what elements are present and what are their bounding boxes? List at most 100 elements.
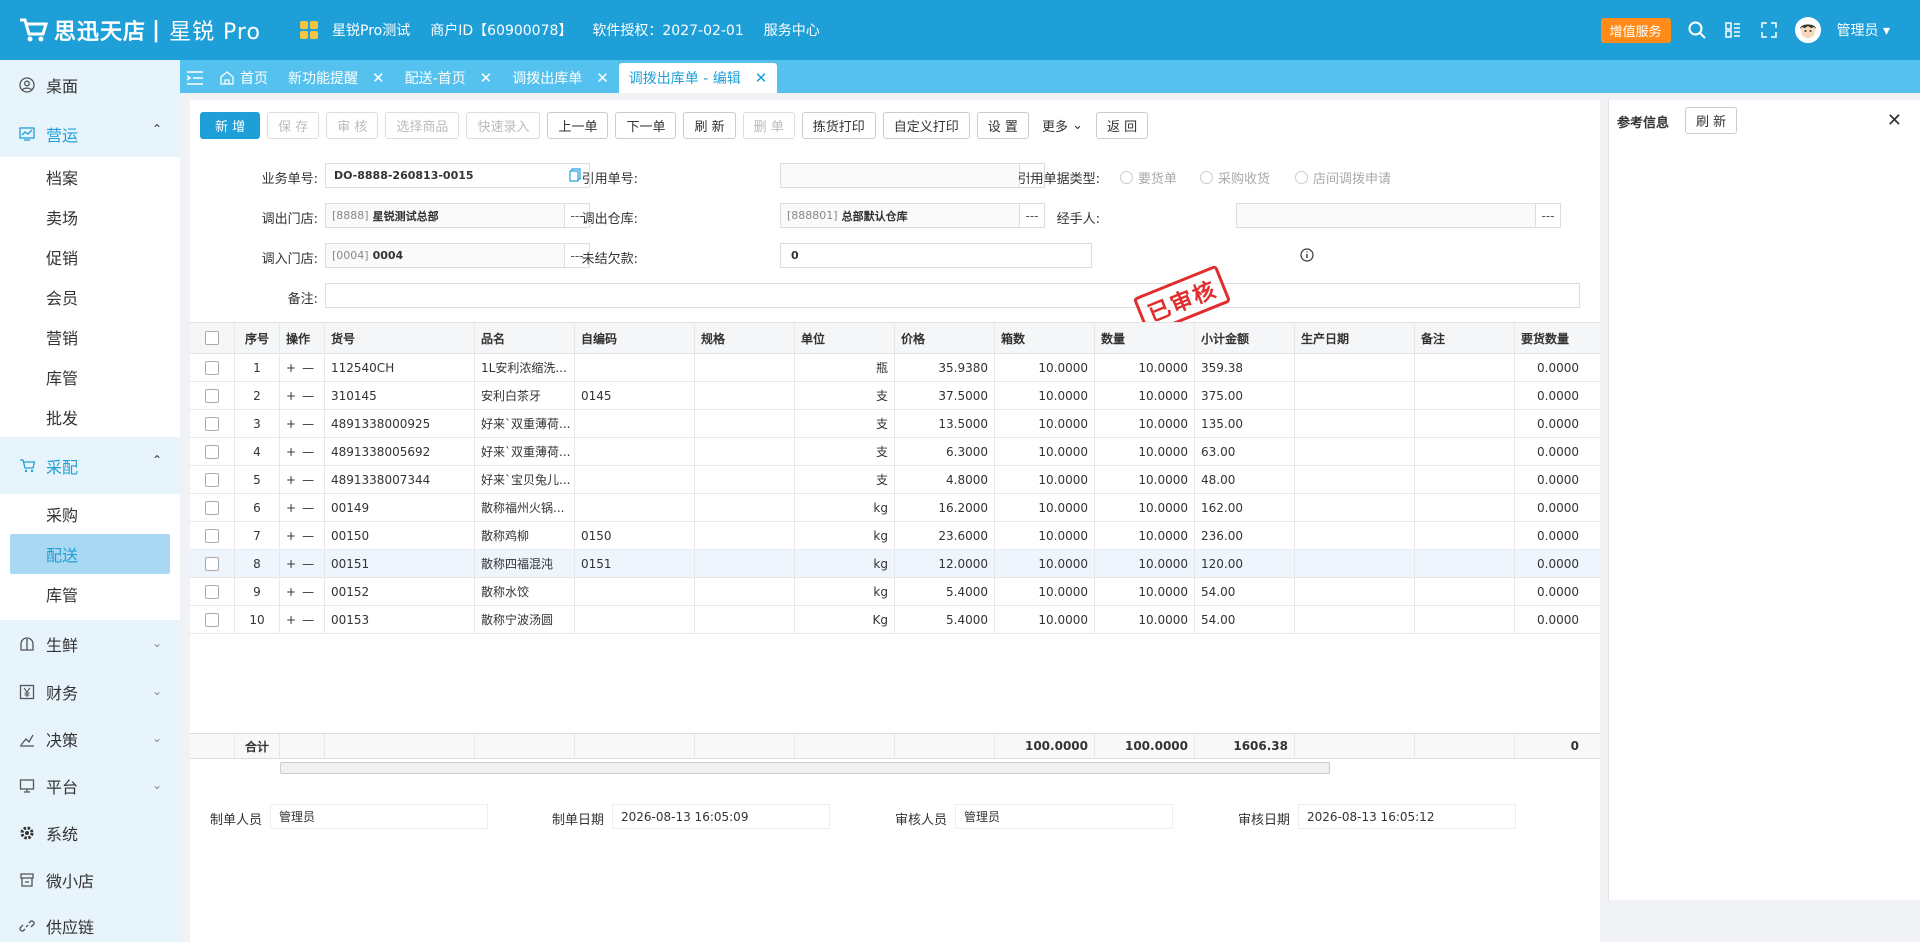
table-cell[interactable] <box>575 606 695 633</box>
table-cell[interactable]: 10.0000 <box>995 382 1095 409</box>
table-row[interactable]: 3 + —4891338000925 好来`双重薄荷... 支 13.5000 10.000… <box>190 410 1600 438</box>
add-row-icon[interactable]: + <box>286 389 296 403</box>
table-cell[interactable]: 散称水饺 <box>475 578 575 605</box>
table-cell[interactable]: 散称福州火锅... <box>475 494 575 521</box>
table-cell[interactable]: 0151 <box>575 550 695 577</box>
sidebar-item-system[interactable]: 系统 <box>0 809 180 857</box>
table-cell[interactable] <box>1295 578 1415 605</box>
ref-type-radio-order[interactable]: 要货单 <box>1120 168 1177 187</box>
table-cell[interactable]: 10.0000 <box>1095 382 1195 409</box>
table-cell[interactable]: kg <box>795 578 895 605</box>
table-cell[interactable]: 0.0000 <box>1515 522 1585 549</box>
close-icon[interactable]: ✕ <box>1887 110 1902 131</box>
apps-grid-icon[interactable] <box>300 21 318 39</box>
remark-input[interactable] <box>325 283 1580 308</box>
user-avatar[interactable] <box>1794 17 1821 43</box>
table-cell[interactable]: 支 <box>795 438 895 465</box>
table-cell[interactable]: 10.0000 <box>995 494 1095 521</box>
table-cell[interactable]: 10.0000 <box>995 606 1095 633</box>
table-cell[interactable] <box>695 578 795 605</box>
sidebar-subitem[interactable]: 档案 <box>0 157 180 197</box>
table-cell[interactable]: 0150 <box>575 522 695 549</box>
table-cell[interactable]: 0145 <box>575 382 695 409</box>
table-cell[interactable]: kg <box>795 494 895 521</box>
table-cell[interactable] <box>1415 382 1515 409</box>
row-select-cell[interactable] <box>190 410 235 437</box>
row-select-cell[interactable] <box>190 550 235 577</box>
select-all-cell[interactable] <box>190 323 235 353</box>
table-cell[interactable]: 10.0000 <box>995 578 1095 605</box>
vertical-scrollbar[interactable] <box>1600 100 1608 900</box>
refresh-button[interactable]: 刷 新 <box>683 111 736 139</box>
table-cell[interactable]: 10.0000 <box>1095 606 1195 633</box>
remove-row-icon[interactable]: — <box>302 389 314 403</box>
sidebar-item-platform[interactable]: 平台 ⌄ <box>0 762 180 809</box>
row-select-cell[interactable] <box>190 522 235 549</box>
table-cell[interactable]: 10.0000 <box>995 354 1095 381</box>
table-cell[interactable] <box>1295 382 1415 409</box>
select-all-checkbox[interactable] <box>205 331 219 345</box>
table-cell[interactable]: 0.0000 <box>1515 550 1585 577</box>
table-cell[interactable] <box>1295 438 1415 465</box>
table-cell[interactable]: 0.0000 <box>1515 410 1585 437</box>
service-center-link[interactable]: 服务中心 <box>764 20 820 40</box>
table-cell[interactable] <box>1415 354 1515 381</box>
table-cell[interactable]: 好来`双重薄荷... <box>475 438 575 465</box>
sidebar-subitem[interactable]: 会员 <box>0 277 180 317</box>
table-cell[interactable]: 112540CH <box>325 354 475 381</box>
table-cell[interactable]: 10.0000 <box>995 410 1095 437</box>
table-cell[interactable]: 0.0000 <box>1515 578 1585 605</box>
row-select-cell[interactable] <box>190 382 235 409</box>
col-header[interactable]: 品名 <box>475 323 575 353</box>
table-row[interactable]: 10 + —00153 散称宁波汤圆 Kg 5.4000 10.0000 10.0000 54.… <box>190 606 1600 634</box>
sidebar-subitem[interactable]: 库管 <box>0 357 180 397</box>
table-cell[interactable] <box>1415 410 1515 437</box>
add-row-icon[interactable]: + <box>286 529 296 543</box>
table-cell[interactable]: 0.0000 <box>1515 494 1585 521</box>
table-cell[interactable] <box>695 550 795 577</box>
table-cell[interactable] <box>575 354 695 381</box>
table-cell[interactable]: 236.00 <box>1195 522 1295 549</box>
table-cell[interactable]: 散称四福混沌 <box>475 550 575 577</box>
table-cell[interactable] <box>695 522 795 549</box>
remove-row-icon[interactable]: — <box>302 585 314 599</box>
ref-type-radio-transfer[interactable]: 店间调拨申请 <box>1295 168 1391 187</box>
row-select-cell[interactable] <box>190 354 235 381</box>
table-cell[interactable]: 支 <box>795 466 895 493</box>
row-checkbox[interactable] <box>205 416 219 431</box>
table-cell[interactable] <box>695 354 795 381</box>
row-checkbox[interactable] <box>205 472 219 487</box>
col-header[interactable]: 自编码 <box>575 323 695 353</box>
table-cell[interactable]: kg <box>795 550 895 577</box>
table-cell[interactable]: 37.5000 <box>895 382 995 409</box>
ellipsis-button[interactable]: --- <box>1535 204 1560 227</box>
more-dropdown[interactable]: 更多 ⌄ <box>1035 111 1089 139</box>
row-select-cell[interactable] <box>190 466 235 493</box>
table-cell[interactable]: 00152 <box>325 578 475 605</box>
sidebar-subitem[interactable]: 批发 <box>0 397 180 437</box>
table-cell[interactable]: 瓶 <box>795 354 895 381</box>
close-icon[interactable]: ✕ <box>372 69 385 87</box>
table-cell[interactable] <box>1295 494 1415 521</box>
col-header[interactable]: 价格 <box>895 323 995 353</box>
next-doc-button[interactable]: 下一单 <box>615 111 677 139</box>
table-cell[interactable]: 00149 <box>325 494 475 521</box>
menu-toggle-icon[interactable] <box>180 63 210 93</box>
table-cell[interactable] <box>1295 522 1415 549</box>
table-cell[interactable]: 4891338007344 <box>325 466 475 493</box>
table-cell[interactable]: 375.00 <box>1195 382 1295 409</box>
row-checkbox[interactable] <box>205 388 219 403</box>
table-cell[interactable]: 54.00 <box>1195 606 1295 633</box>
table-row[interactable]: 7 + —00150 散称鸡柳 0150 kg 23.6000 10.0000 10.0000 2… <box>190 522 1600 550</box>
layout-icon[interactable] <box>1723 20 1743 40</box>
table-cell[interactable]: 支 <box>795 382 895 409</box>
table-row[interactable]: 8 + —00151 散称四福混沌 0151 kg 12.0000 10.0000 10.000… <box>190 550 1600 578</box>
handler-field[interactable]: --- <box>1236 203 1561 228</box>
table-cell[interactable]: 6.3000 <box>895 438 995 465</box>
table-cell[interactable] <box>695 382 795 409</box>
table-cell[interactable]: 23.6000 <box>895 522 995 549</box>
add-row-icon[interactable]: + <box>286 613 296 627</box>
table-cell[interactable] <box>575 410 695 437</box>
col-header[interactable]: 备注 <box>1415 323 1515 353</box>
ref-type-radio-purchase[interactable]: 采购收货 <box>1200 168 1270 187</box>
